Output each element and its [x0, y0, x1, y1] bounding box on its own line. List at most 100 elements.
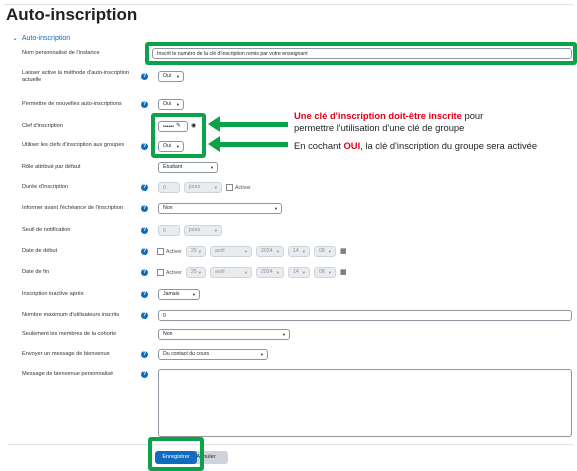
- page-title: Auto-inscription: [6, 5, 138, 24]
- question-circle-icon[interactable]: ?: [141, 73, 148, 80]
- caret-icon: ▾: [210, 165, 213, 170]
- envoyer-message-value: Du contact du cours: [163, 351, 210, 357]
- label-max-users: Nombre maximum d'utilisateurs inscrits: [22, 312, 120, 318]
- duree-activer-checkbox[interactable]: Activer: [226, 182, 251, 193]
- question-circle-icon[interactable]: ?: [141, 227, 148, 234]
- calendar-icon[interactable]: ▦: [340, 247, 347, 255]
- arrow-left-icon: [208, 116, 220, 132]
- date-fin-minute-select[interactable]: 08 ▾: [314, 267, 336, 278]
- checkbox-box[interactable]: [157, 269, 164, 276]
- caret-icon: ▾: [260, 352, 263, 357]
- caret-icon: ▾: [328, 249, 331, 254]
- role-value: Étudiant: [163, 164, 183, 170]
- section-label: Auto-inscription: [21, 34, 71, 42]
- footer-divider: [8, 444, 574, 445]
- max-users-input[interactable]: 0: [158, 310, 572, 321]
- seuil-number[interactable]: 0: [158, 225, 180, 236]
- annotation-line1-red: Une clé d'inscription doit-être inscrite: [294, 110, 462, 121]
- question-circle-icon[interactable]: ?: [141, 205, 148, 212]
- caret-icon: ▾: [302, 270, 305, 275]
- date-fin-day: 25: [191, 269, 197, 275]
- section-toggle[interactable]: ⌄ Auto-inscription: [12, 34, 71, 43]
- chevron-down-icon: ⌄: [12, 35, 18, 42]
- laisser-active-value: Oui: [163, 73, 172, 79]
- arrow-shaft-clef: [220, 122, 288, 127]
- date-fin-month-select[interactable]: avril ▾: [210, 267, 252, 278]
- caret-icon: ▾: [276, 270, 279, 275]
- annotation-line2: permettre l'utilisation d'une clé de gro…: [294, 122, 465, 133]
- seuil-unit-value: jours: [189, 227, 201, 233]
- question-circle-icon[interactable]: ?: [141, 143, 148, 150]
- checkbox-box[interactable]: [157, 248, 164, 255]
- question-circle-icon[interactable]: ?: [141, 371, 148, 378]
- inactive-apres-value: Jamais: [163, 291, 180, 297]
- question-circle-icon[interactable]: ?: [141, 248, 148, 255]
- date-debut-day-select[interactable]: 25 ▾: [186, 246, 206, 257]
- permettre-value: Oui: [163, 101, 172, 107]
- date-fin-minute: 08: [319, 269, 325, 275]
- question-circle-icon[interactable]: ?: [141, 101, 148, 108]
- label-duree: Durée d'inscription: [22, 184, 69, 190]
- date-debut-month-select[interactable]: avril ▾: [210, 246, 252, 257]
- caret-icon: ▾: [214, 228, 217, 233]
- role-select[interactable]: Étudiant ▾: [158, 162, 218, 173]
- annotation-line3-post: , la clé d'inscription du groupe sera ac…: [360, 140, 538, 151]
- caret-icon: ▾: [214, 185, 217, 190]
- caret-icon: ▾: [244, 270, 247, 275]
- label-date-fin: Date de fin: [22, 269, 50, 275]
- date-fin-year: 2024: [261, 269, 273, 275]
- date-debut-month: avril: [215, 248, 225, 254]
- label-role: Rôle attribué par défaut: [22, 164, 81, 170]
- date-fin-month: avril: [215, 269, 225, 275]
- permettre-select[interactable]: Oui ▾: [158, 99, 184, 110]
- label-inactive-apres: Inscription inactive après: [22, 291, 84, 297]
- date-debut-hour-select[interactable]: 14 ▾: [288, 246, 310, 257]
- date-fin-activer-checkbox[interactable]: Activer: [157, 267, 182, 278]
- envoyer-message-select[interactable]: Du contact du cours ▾: [158, 349, 268, 360]
- annotation-text: Une clé d'inscription doit-être inscrite…: [294, 110, 576, 152]
- duree-number[interactable]: 0: [158, 182, 180, 193]
- date-debut-year-select[interactable]: 2024 ▾: [256, 246, 284, 257]
- label-informer: Informer avant l'échéance de l'inscripti…: [22, 205, 124, 211]
- caret-icon: ▾: [198, 249, 201, 254]
- message-bienvenue-textarea[interactable]: [158, 369, 572, 437]
- label-date-debut: Date de début: [22, 248, 58, 254]
- question-circle-icon[interactable]: ?: [141, 351, 148, 358]
- date-fin-hour-select[interactable]: 14 ▾: [288, 267, 310, 278]
- date-debut-minute-select[interactable]: 08 ▾: [314, 246, 336, 257]
- label-nom-instance: Nom personnalisé de l'instance: [22, 50, 100, 56]
- highlight-nom-instance: [145, 42, 577, 65]
- calendar-icon[interactable]: ▦: [340, 268, 347, 276]
- arrow-left-icon: [208, 136, 220, 152]
- date-fin-day-select[interactable]: 25 ▾: [186, 267, 206, 278]
- checkbox-box[interactable]: [226, 184, 233, 191]
- annotation-line3-red: OUI: [343, 140, 361, 151]
- date-fin-hour: 14: [293, 269, 299, 275]
- annotation-line3-pre: En cochant: [294, 140, 344, 151]
- question-circle-icon[interactable]: ?: [141, 184, 148, 191]
- date-debut-day: 25: [191, 248, 197, 254]
- cohorte-select[interactable]: Non ▾: [158, 329, 290, 340]
- duree-unit-select[interactable]: jours ▾: [184, 182, 222, 193]
- label-permettre: Permettre de nouvelles auto-inscriptions: [22, 101, 122, 107]
- caret-icon: ▾: [176, 102, 179, 107]
- seuil-unit-select[interactable]: jours ▾: [184, 225, 222, 236]
- duree-activer-label: Activer: [235, 184, 251, 191]
- inactive-apres-select[interactable]: Jamais ▾: [158, 289, 200, 300]
- question-circle-icon[interactable]: ?: [141, 269, 148, 276]
- caret-icon: ▾: [302, 249, 305, 254]
- caret-icon: ▾: [244, 249, 247, 254]
- question-circle-icon[interactable]: ?: [141, 291, 148, 298]
- caret-icon: ▾: [198, 270, 201, 275]
- date-debut-year: 2024: [261, 248, 273, 254]
- date-fin-year-select[interactable]: 2024 ▾: [256, 267, 284, 278]
- caret-icon: ▾: [276, 249, 279, 254]
- informer-select[interactable]: Non ▾: [158, 203, 282, 214]
- duree-unit-value: jours: [189, 184, 201, 190]
- date-debut-activer-label: Activer: [166, 248, 182, 255]
- label-laisser-active: Laisser active la méthode d'auto-inscrip…: [22, 70, 137, 84]
- date-debut-hour: 14: [293, 248, 299, 254]
- laisser-active-select[interactable]: Oui ▾: [158, 71, 184, 82]
- question-circle-icon[interactable]: ?: [141, 312, 148, 319]
- date-debut-activer-checkbox[interactable]: Activer: [157, 246, 182, 257]
